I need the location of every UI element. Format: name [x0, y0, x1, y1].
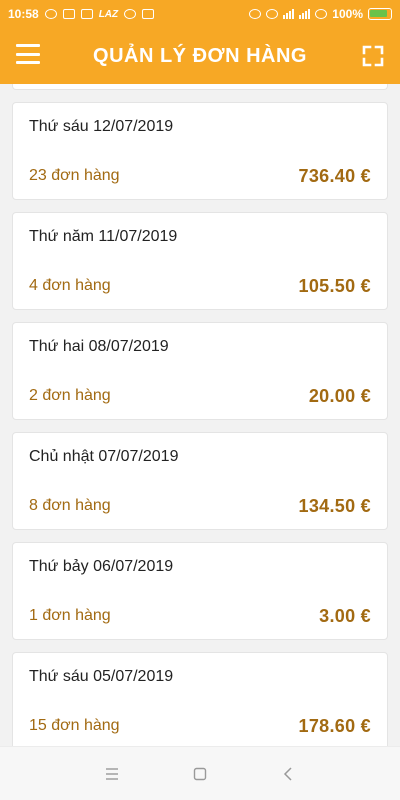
order-date: Thứ bảy 06/07/2019 [29, 558, 174, 575]
download-icon [142, 9, 155, 19]
hamburger-icon [16, 44, 40, 47]
app-bar: QUẢN LÝ ĐƠN HÀNG [0, 28, 400, 84]
battery-icon [368, 8, 392, 20]
order-count: 23 đơn hàng [29, 167, 120, 184]
message-icon [62, 9, 75, 19]
order-count: 2 đơn hàng [29, 387, 111, 404]
wifi-icon [315, 9, 328, 19]
home-button[interactable] [188, 762, 212, 786]
status-time: 10:58 [8, 7, 39, 21]
notification-icon [44, 9, 57, 19]
lazada-badge: LAZ [98, 8, 119, 20]
order-total: 736.40 € [298, 166, 371, 186]
order-count: 4 đơn hàng [29, 277, 111, 294]
fullscreen-icon[interactable] [362, 45, 384, 67]
order-card[interactable]: Thứ năm 11/07/2019 4 đơn hàng 105.50 € [12, 212, 388, 310]
order-total: 134.50 € [298, 496, 371, 516]
order-card-partial[interactable] [12, 84, 388, 90]
order-count: 15 đơn hàng [29, 717, 120, 734]
order-total: 105.50 € [298, 276, 371, 296]
order-count: 1 đơn hàng [29, 607, 111, 624]
mute-icon [249, 9, 262, 19]
recent-apps-button[interactable] [100, 762, 124, 786]
page-title: QUẢN LÝ ĐƠN HÀNG [93, 44, 307, 67]
order-date: Chủ nhật 07/07/2019 [29, 448, 179, 465]
order-card[interactable]: Thứ sáu 05/07/2019 15 đơn hàng 178.60 € [12, 652, 388, 746]
home-icon [193, 767, 207, 780]
order-total: 20.00 € [308, 386, 371, 406]
order-card[interactable]: Thứ bảy 06/07/2019 1 đơn hàng 3.00 € [12, 542, 388, 640]
order-card[interactable]: Thứ hai 08/07/2019 2 đơn hàng 20.00 € [12, 322, 388, 420]
menu-button[interactable] [16, 44, 40, 64]
order-total: 178.60 € [298, 716, 371, 736]
order-date: Thứ hai 08/07/2019 [29, 338, 169, 355]
order-card[interactable]: Chủ nhật 07/07/2019 8 đơn hàng 134.50 € [12, 432, 388, 530]
back-button[interactable] [276, 762, 300, 786]
alarm-icon [266, 9, 279, 19]
order-date: Thứ sáu 05/07/2019 [29, 668, 174, 685]
system-nav-bar [0, 746, 400, 800]
mail-icon [80, 9, 93, 19]
order-date: Thứ năm 11/07/2019 [29, 228, 178, 245]
signal-icon [283, 9, 295, 19]
battery-percent: 100% [332, 7, 363, 21]
status-bar: 10:58 LAZ 100% [0, 0, 400, 28]
hamburger-line [16, 61, 40, 64]
order-list[interactable]: Thứ sáu 12/07/2019 23 đơn hàng 736.40 € … [0, 84, 400, 746]
recent-apps-icon [106, 767, 118, 780]
order-card[interactable]: Thứ sáu 12/07/2019 23 đơn hàng 736.40 € [12, 102, 388, 200]
order-total: 3.00 € [319, 606, 371, 626]
hamburger-line [16, 52, 40, 56]
back-icon [283, 766, 292, 781]
order-date: Thứ sáu 12/07/2019 [29, 118, 174, 135]
order-count: 8 đơn hàng [29, 497, 111, 514]
app-notification-icon [124, 9, 137, 19]
signal-2-icon [299, 9, 311, 19]
